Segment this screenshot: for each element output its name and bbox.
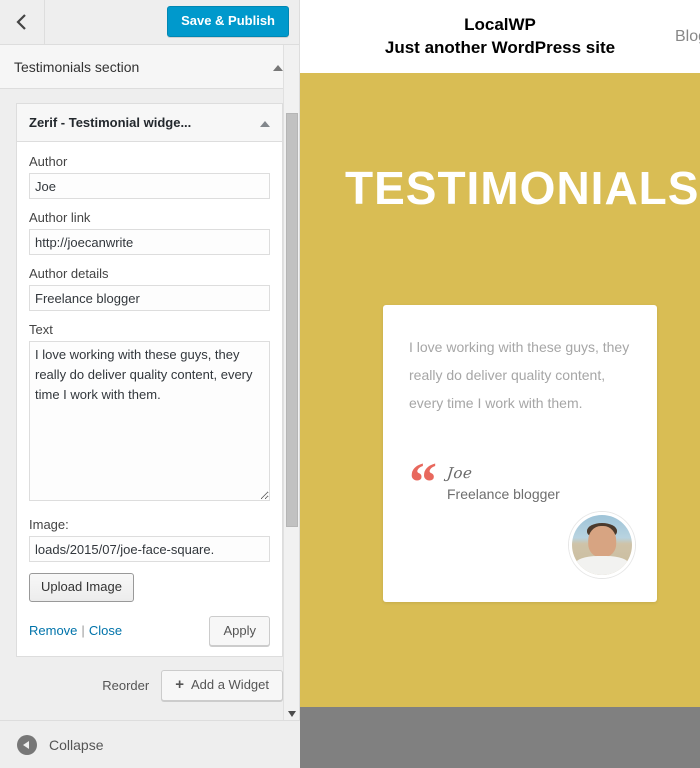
- widget-title: Zerif - Testimonial widge...: [29, 115, 192, 130]
- testimonial-card: I love working with these guys, they rea…: [383, 305, 657, 602]
- field-image: Image:: [29, 517, 270, 562]
- quote-mark-icon: “: [409, 452, 437, 514]
- field-author-link: Author link: [29, 210, 270, 255]
- preview-footer-strip: [300, 707, 700, 768]
- back-button[interactable]: [0, 0, 45, 44]
- testimonials-heading: TESTIMONIALS: [345, 162, 700, 214]
- site-title[interactable]: LocalWP: [385, 14, 615, 36]
- testimonial-text: I love working with these guys, they rea…: [409, 339, 630, 411]
- testimonial-role: Freelance blogger: [447, 486, 560, 502]
- scroll-down-arrow-icon[interactable]: [288, 711, 296, 717]
- widget-footer-links: Remove | Close: [29, 623, 122, 638]
- caret-up-icon[interactable]: [260, 120, 270, 127]
- author-details-input[interactable]: [29, 285, 270, 311]
- author-input[interactable]: [29, 173, 270, 199]
- author-link-label: Author link: [29, 210, 91, 225]
- field-text: Text I love working with these guys, the…: [29, 322, 270, 506]
- chevron-left-icon: [16, 13, 28, 31]
- collapse-label: Collapse: [49, 736, 104, 753]
- author-link-input[interactable]: [29, 229, 270, 255]
- sidebar-header: Save & Publish: [0, 0, 299, 45]
- widget-header[interactable]: Zerif - Testimonial widge...: [17, 104, 282, 142]
- widget-actions: Reorder + Add a Widget: [16, 670, 283, 701]
- close-link[interactable]: Close: [89, 623, 122, 638]
- upload-image-button[interactable]: Upload Image: [29, 573, 134, 602]
- link-separator: |: [81, 623, 85, 639]
- reorder-button[interactable]: Reorder: [102, 678, 149, 693]
- field-author-details: Author details: [29, 266, 270, 311]
- testimonial-author: Joe: [446, 464, 474, 482]
- site-header: LocalWP Just another WordPress site Blog: [300, 0, 700, 73]
- plus-icon: +: [175, 676, 184, 694]
- collapse-button[interactable]: Collapse: [0, 720, 300, 768]
- avatar: [569, 512, 635, 578]
- nav-item-blog[interactable]: Blog: [675, 28, 700, 46]
- widget-body: Author Author link Author details: [17, 142, 282, 657]
- sidebar-scrollbar[interactable]: [283, 45, 299, 720]
- customizer-screen: Save & Publish Testimonials section Zeri…: [0, 0, 700, 768]
- add-widget-label: Add a Widget: [190, 677, 269, 693]
- site-branding: LocalWP Just another WordPress site: [385, 14, 615, 59]
- field-author: Author: [29, 154, 270, 199]
- section-content: Zerif - Testimonial widge... Author Auth…: [0, 89, 299, 701]
- site-preview: LocalWP Just another WordPress site Blog…: [300, 0, 700, 768]
- caret-up-icon[interactable]: [273, 64, 283, 71]
- testimonials-section: TESTIMONIALS I love working with these g…: [300, 73, 700, 707]
- site-description: Just another WordPress site: [384, 38, 616, 57]
- collapse-arrow-icon: [17, 734, 37, 755]
- testimonial-widget: Zerif - Testimonial widge... Author Auth…: [16, 103, 283, 658]
- text-textarea[interactable]: I love working with these guys, they rea…: [29, 341, 270, 501]
- remove-link[interactable]: Remove: [29, 623, 77, 638]
- sidebar-body: Testimonials section Zerif - Testimonial…: [0, 45, 299, 720]
- author-label: Author: [29, 154, 68, 169]
- author-details-label: Author details: [29, 266, 109, 281]
- scrollbar-thumb[interactable]: [286, 113, 298, 527]
- text-label: Text: [29, 322, 53, 337]
- apply-button[interactable]: Apply: [209, 615, 270, 647]
- testimonial-meta: “ Joe Freelance blogger: [409, 452, 560, 514]
- section-header-testimonials[interactable]: Testimonials section: [0, 45, 299, 89]
- widget-footer: Remove | Close Apply: [29, 615, 270, 647]
- customizer-sidebar: Save & Publish Testimonials section Zeri…: [0, 0, 300, 768]
- save-publish-button[interactable]: Save & Publish: [167, 6, 289, 37]
- add-widget-button[interactable]: + Add a Widget: [161, 670, 283, 701]
- section-title: Testimonials section: [14, 58, 140, 75]
- image-input[interactable]: [29, 536, 270, 562]
- image-label: Image:: [29, 517, 69, 532]
